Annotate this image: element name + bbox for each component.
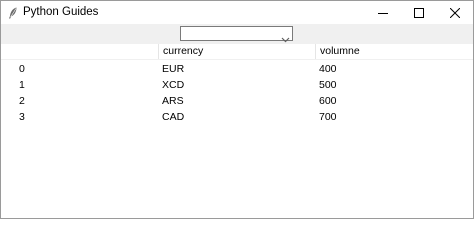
minimize-icon — [378, 8, 388, 18]
title-bar[interactable]: Python Guides — [1, 1, 473, 24]
column-header-index[interactable] — [1, 44, 158, 59]
maximize-icon — [414, 7, 424, 18]
close-button[interactable] — [437, 1, 473, 24]
maximize-button[interactable] — [401, 1, 437, 24]
table-row[interactable]: 2 ARS 600 — [1, 93, 473, 109]
minimize-button[interactable] — [365, 1, 401, 24]
feather-icon — [8, 6, 18, 19]
currency-cell: CAD — [162, 111, 185, 123]
volumne-cell: 400 — [319, 63, 337, 75]
window-title: Python Guides — [23, 6, 99, 18]
currency-combobox[interactable] — [180, 26, 293, 43]
currency-cell: ARS — [162, 95, 184, 107]
volumne-cell: 600 — [319, 95, 337, 107]
table-header: currency volumne — [1, 44, 473, 60]
table-row[interactable]: 1 XCD 500 — [1, 77, 473, 93]
toolbar — [1, 24, 473, 44]
column-header-currency[interactable]: currency — [158, 44, 315, 59]
row-index: 0 — [19, 63, 25, 75]
currency-cell: EUR — [162, 63, 185, 75]
row-index: 1 — [19, 79, 25, 91]
app-window: Python Guides currency volumne 0 EUR 400… — [0, 0, 474, 219]
table-row[interactable]: 3 CAD 700 — [1, 109, 473, 125]
column-header-volumne[interactable]: volumne — [315, 44, 473, 59]
chevron-down-icon[interactable] — [281, 30, 290, 43]
volumne-cell: 500 — [319, 79, 337, 91]
close-icon — [450, 7, 460, 18]
data-table: currency volumne 0 EUR 400 1 XCD 500 2 A… — [1, 44, 473, 218]
row-index: 3 — [19, 111, 25, 123]
row-index: 2 — [19, 95, 25, 107]
currency-cell: XCD — [162, 79, 185, 91]
volumne-cell: 700 — [319, 111, 337, 123]
table-row[interactable]: 0 EUR 400 — [1, 61, 473, 77]
